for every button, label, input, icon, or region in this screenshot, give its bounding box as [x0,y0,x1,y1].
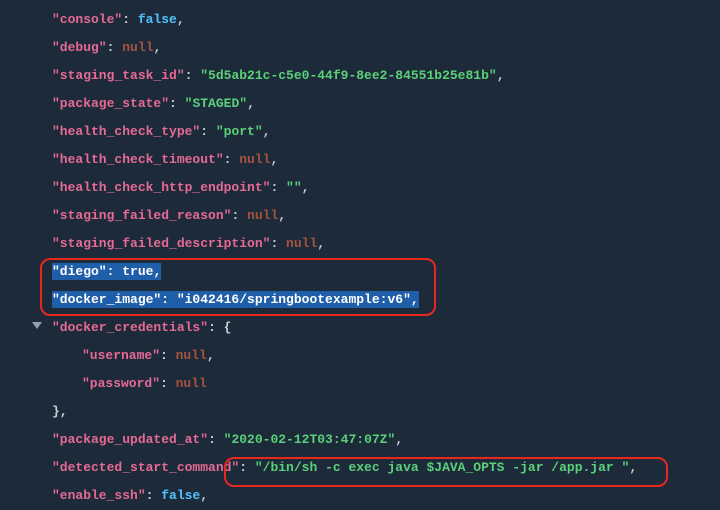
json-line-debug: "debug": null, [52,34,720,62]
json-line-username: "username": null, [52,342,720,370]
json-value: false [161,488,200,503]
colon: : [185,68,201,83]
json-value: "port" [216,124,263,139]
colon: : [208,432,224,447]
colon: : [200,124,216,139]
open-brace: { [224,320,232,335]
json-line-docker-image: "docker_image": "i042416/springbootexamp… [52,286,720,314]
comma: , [395,432,403,447]
colon: : [146,488,162,503]
comma: , [153,264,161,279]
json-value: "STAGED" [185,96,247,111]
json-line-close: }, [52,398,720,426]
colon: : [161,292,177,307]
comma: , [629,460,637,475]
json-key: "staging_failed_description" [52,236,270,251]
colon: : [239,460,255,475]
expand-collapse-icon[interactable] [32,322,42,329]
colon: : [231,208,247,223]
close-brace: }, [52,404,68,419]
json-line-detected-start-command: "detected_start_command": "/bin/sh -c ex… [52,454,720,482]
json-value: "i042416/springbootexample:v6" [177,292,411,307]
colon: : [107,264,123,279]
json-key: "detected_start_command" [52,460,239,475]
json-value: null [176,376,207,391]
comma: , [200,488,208,503]
comma: , [207,348,215,363]
json-line-enable-ssh: "enable_ssh": false, [52,482,720,510]
json-key: "console" [52,12,122,27]
json-line-health-check-type: "health_check_type": "port", [52,118,720,146]
comma: , [177,12,185,27]
colon: : [107,40,123,55]
comma: , [497,68,505,83]
json-key: "health_check_http_endpoint" [52,180,270,195]
colon: : [270,236,286,251]
json-value: "2020-02-12T03:47:07Z" [224,432,396,447]
json-line-console: "console": false, [52,6,720,34]
comma: , [278,208,286,223]
json-key: "username" [82,348,160,363]
comma: , [153,40,161,55]
json-value: null [247,208,278,223]
colon: : [160,348,176,363]
json-key: "health_check_timeout" [52,152,224,167]
json-value: null [286,236,317,251]
comma: , [317,236,325,251]
json-key: "docker_image" [52,292,161,307]
colon: : [270,180,286,195]
json-line-health-check-http-endpoint: "health_check_http_endpoint": "", [52,174,720,202]
json-value: "5d5ab21c-c5e0-44f9-8ee2-84551b25e81b" [200,68,496,83]
comma: , [247,96,255,111]
json-key: "docker_credentials" [52,320,208,335]
comma: , [270,152,278,167]
json-key: "enable_ssh" [52,488,146,503]
json-key: "staging_task_id" [52,68,185,83]
json-value: "/bin/sh -c exec java $JAVA_OPTS -jar /a… [255,460,629,475]
json-value: true [122,264,153,279]
highlighted-text: "docker_image": "i042416/springbootexamp… [52,291,419,308]
json-key: "diego" [52,264,107,279]
colon: : [160,376,176,391]
json-line-staging-failed-reason: "staging_failed_reason": null, [52,202,720,230]
json-key: "health_check_type" [52,124,200,139]
json-line-package-state: "package_state": "STAGED", [52,90,720,118]
colon: : [122,12,138,27]
colon: : [224,152,240,167]
json-value: false [138,12,177,27]
comma: , [411,292,419,307]
json-key: "debug" [52,40,107,55]
json-value: null [176,348,207,363]
json-line-password: "password": null [52,370,720,398]
colon: : [208,320,224,335]
json-key: "password" [82,376,160,391]
highlighted-text: "diego": true, [52,263,161,280]
json-value: null [239,152,270,167]
json-key: "package_state" [52,96,169,111]
json-value: null [122,40,153,55]
json-line-staging-task-id: "staging_task_id": "5d5ab21c-c5e0-44f9-8… [52,62,720,90]
comma: , [263,124,271,139]
json-value: "" [286,180,302,195]
json-line-health-check-timeout: "health_check_timeout": null, [52,146,720,174]
json-line-package-updated-at: "package_updated_at": "2020-02-12T03:47:… [52,426,720,454]
json-line-staging-failed-description: "staging_failed_description": null, [52,230,720,258]
json-line-docker-credentials[interactable]: "docker_credentials": { [52,314,720,342]
json-key: "staging_failed_reason" [52,208,231,223]
comma: , [302,180,310,195]
json-code-block: "console": false, "debug": null, "stagin… [0,0,720,510]
colon: : [169,96,185,111]
json-line-diego: "diego": true, [52,258,720,286]
json-key: "package_updated_at" [52,432,208,447]
